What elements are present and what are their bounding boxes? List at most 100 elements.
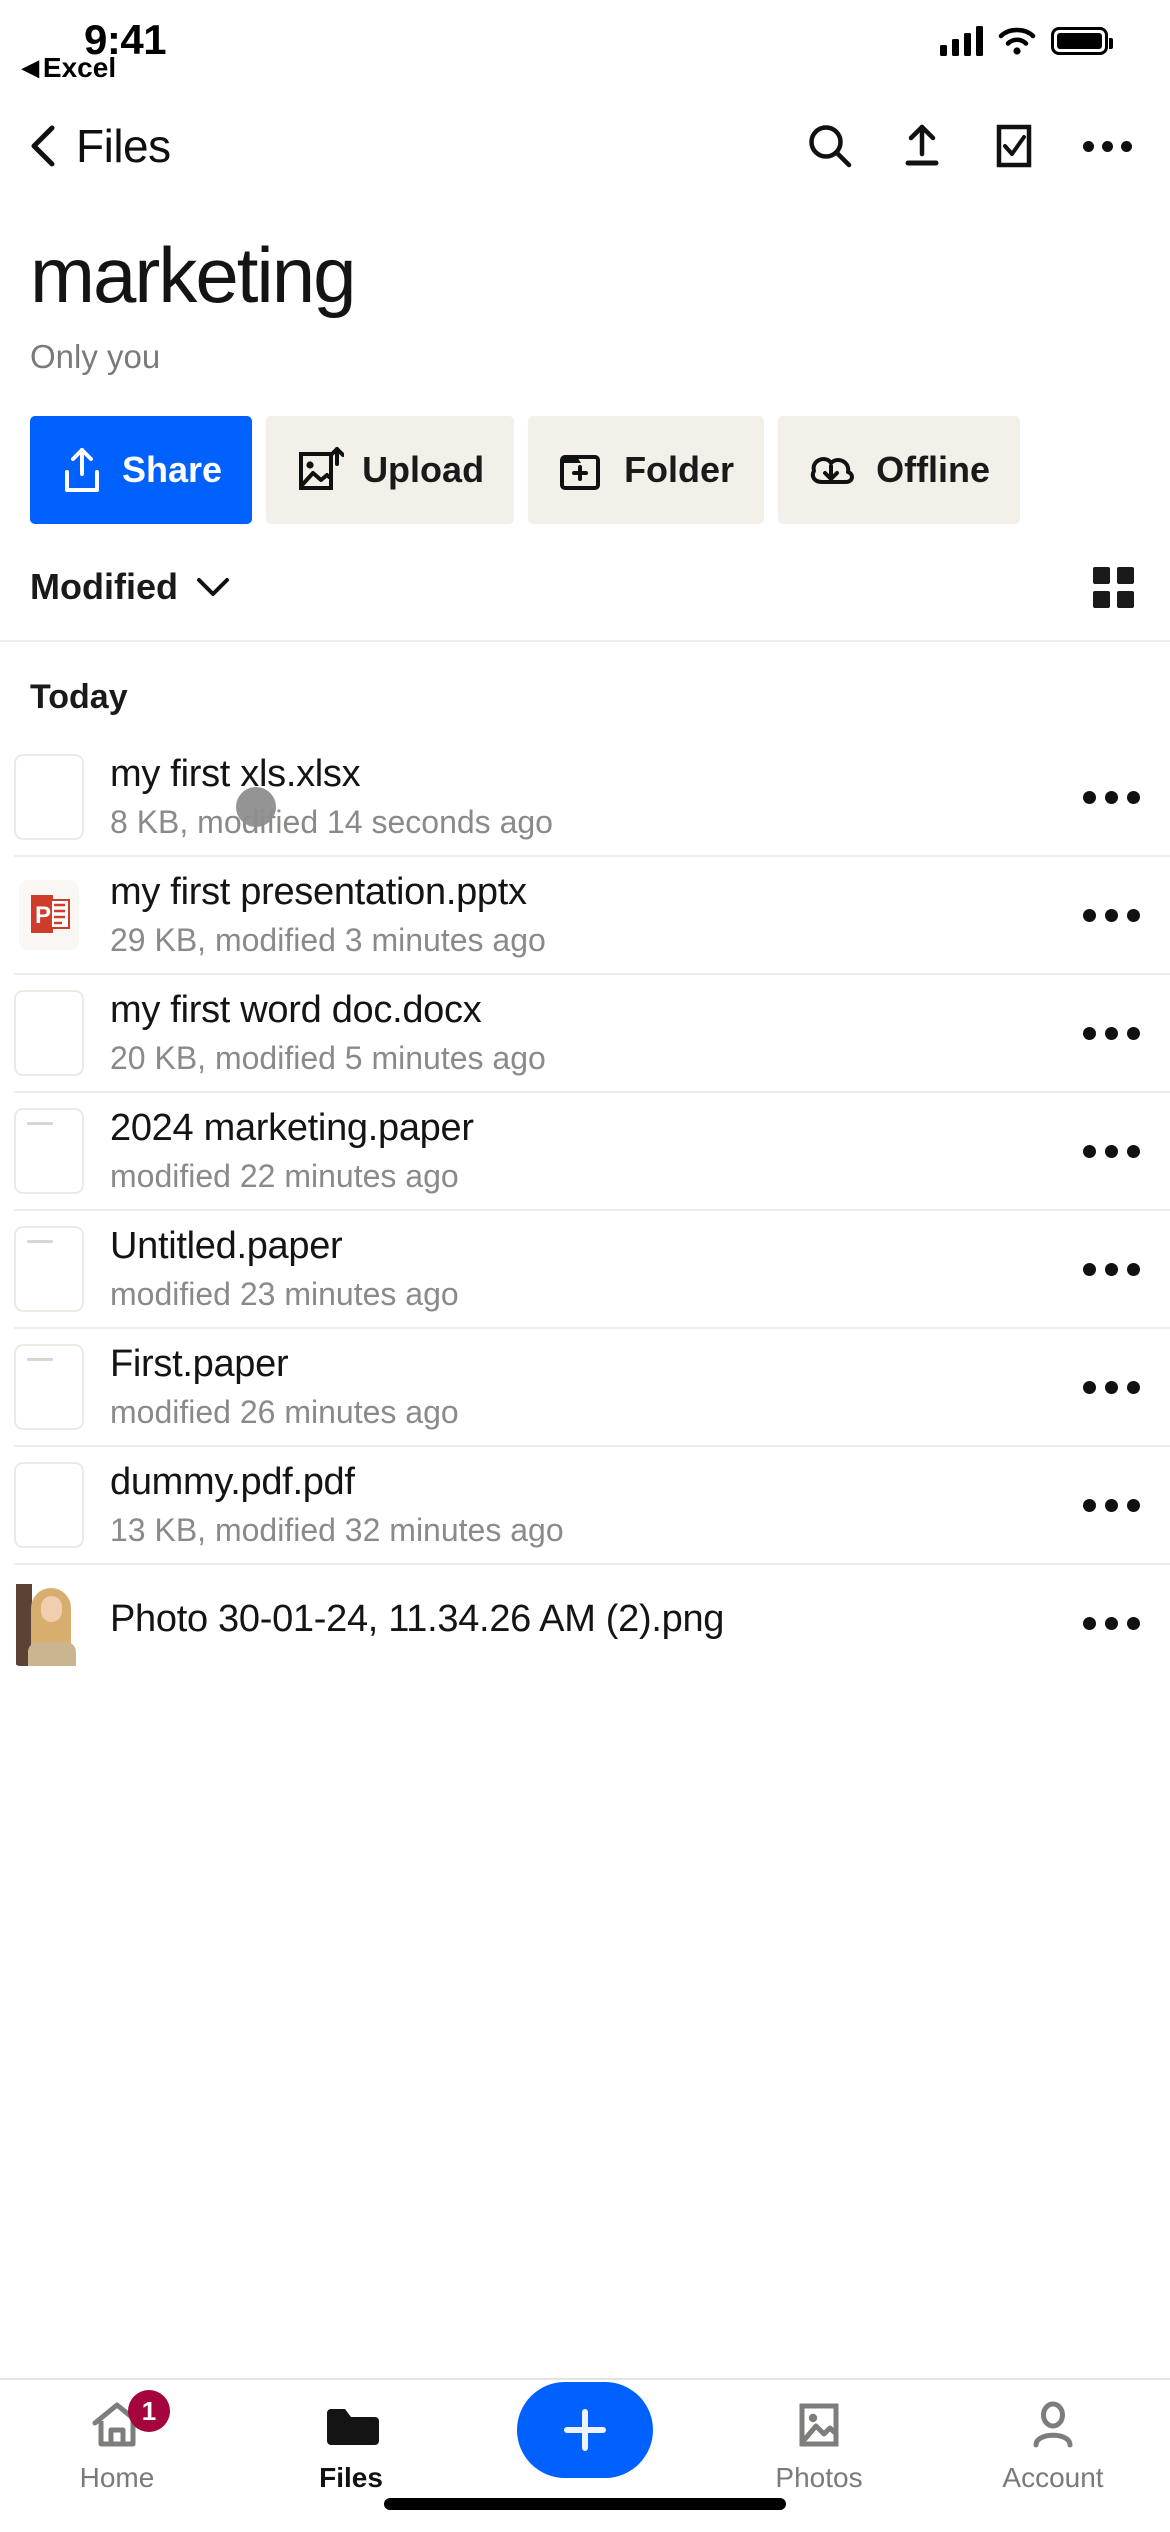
home-indicator bbox=[384, 2498, 786, 2510]
share-button[interactable]: Share bbox=[30, 416, 253, 524]
search-icon[interactable] bbox=[807, 123, 853, 169]
person-icon bbox=[1028, 2398, 1078, 2452]
list-item-text: my first xls.xlsx 8 KB, modified 14 seco… bbox=[84, 753, 1069, 841]
excel-file-icon bbox=[14, 754, 84, 840]
upload-image-icon bbox=[299, 447, 345, 490]
row-more-icon[interactable] bbox=[1069, 1498, 1140, 1512]
row-more-icon[interactable] bbox=[1069, 1262, 1140, 1276]
file-meta: modified 26 minutes ago bbox=[110, 1394, 459, 1430]
file-list: Today my first xls.xlsx 8 KB, modified 1… bbox=[0, 642, 1170, 1681]
share-button-label: Share bbox=[122, 449, 223, 490]
powerpoint-glyph: P bbox=[19, 880, 79, 950]
list-item-text: First.paper modified 26 minutes ago bbox=[84, 1343, 1069, 1431]
list-item[interactable]: Untitled.paper modified 23 minutes ago bbox=[0, 1211, 1170, 1327]
row-more-icon[interactable] bbox=[1069, 1380, 1140, 1394]
file-name: my first presentation.pptx bbox=[110, 871, 527, 913]
list-item-text: my first word doc.docx 20 KB, modified 5… bbox=[84, 989, 1069, 1077]
tab-photos[interactable]: Photos bbox=[702, 2398, 936, 2494]
tab-home[interactable]: 1 Home bbox=[0, 2390, 234, 2494]
row-more-icon[interactable] bbox=[1069, 790, 1140, 804]
photos-icon bbox=[794, 2398, 844, 2452]
folder-header: marketing Only you bbox=[0, 192, 1170, 376]
tab-files[interactable]: Files bbox=[234, 2398, 468, 2494]
file-meta: modified 22 minutes ago bbox=[110, 1158, 459, 1194]
status-bar: 9:41 ◀ Excel bbox=[0, 0, 1170, 100]
new-folder-button-label: Folder bbox=[624, 449, 735, 490]
list-item[interactable]: dummy.pdf.pdf 13 KB, modified 32 minutes… bbox=[0, 1447, 1170, 1563]
nav-actions bbox=[807, 123, 1132, 169]
more-horizontal-icon[interactable] bbox=[1083, 140, 1132, 152]
chevron-left-icon bbox=[31, 125, 55, 167]
list-item[interactable]: First.paper modified 26 minutes ago bbox=[0, 1329, 1170, 1445]
back-to-app-button[interactable]: ◀ Excel bbox=[22, 52, 116, 84]
powerpoint-file-icon: P bbox=[14, 872, 84, 958]
file-name: dummy.pdf.pdf bbox=[110, 1461, 355, 1503]
plus-icon bbox=[564, 2409, 606, 2451]
photo-thumbnail bbox=[14, 1580, 84, 1666]
list-item[interactable]: my first xls.xlsx 8 KB, modified 14 seco… bbox=[0, 739, 1170, 855]
home-icon: 1 bbox=[90, 2390, 170, 2452]
app-screen: 9:41 ◀ Excel Files marketing Only you Sh… bbox=[0, 0, 1170, 2532]
list-item-text: my first presentation.pptx 29 KB, modifi… bbox=[84, 871, 1069, 959]
select-checkbox-icon[interactable] bbox=[991, 123, 1037, 169]
paper-file-icon bbox=[14, 1108, 84, 1194]
tab-account[interactable]: Account bbox=[936, 2398, 1170, 2494]
file-meta: 13 KB, modified 32 minutes ago bbox=[110, 1512, 564, 1548]
list-item[interactable]: P my first presentation.pptx 29 KB, modi… bbox=[0, 857, 1170, 973]
row-more-icon[interactable] bbox=[1069, 1616, 1140, 1630]
tab-files-label: Files bbox=[319, 2462, 383, 2493]
wifi-icon bbox=[998, 27, 1036, 55]
file-name: my first word doc.docx bbox=[110, 989, 482, 1031]
upload-icon[interactable] bbox=[899, 123, 945, 169]
grid-view-icon[interactable] bbox=[1093, 566, 1134, 608]
upload-button-label: Upload bbox=[362, 449, 485, 490]
list-item-text: dummy.pdf.pdf 13 KB, modified 32 minutes… bbox=[84, 1461, 1069, 1549]
new-folder-icon bbox=[560, 455, 601, 490]
quick-actions: Share Upload Folder Offline bbox=[0, 376, 1170, 524]
list-item[interactable]: Photo 30-01-24, 11.34.26 AM (2).png bbox=[0, 1565, 1170, 1681]
offline-button[interactable]: Offline bbox=[778, 416, 1021, 524]
file-name: First.paper bbox=[110, 1343, 289, 1385]
sort-selector[interactable]: Modified bbox=[30, 566, 230, 608]
svg-text:P: P bbox=[35, 902, 51, 929]
row-more-icon[interactable] bbox=[1069, 1026, 1140, 1040]
list-item[interactable]: 2024 marketing.paper modified 22 minutes… bbox=[0, 1093, 1170, 1209]
tab-account-label: Account bbox=[1002, 2462, 1104, 2493]
file-meta: modified 23 minutes ago bbox=[110, 1276, 459, 1312]
bottom-tab-bar: 1 Home Files Photos Account bbox=[0, 2378, 1170, 2532]
chevron-down-icon bbox=[196, 578, 229, 596]
row-more-icon[interactable] bbox=[1069, 908, 1140, 922]
row-more-icon[interactable] bbox=[1069, 1144, 1140, 1158]
new-folder-button[interactable]: Folder bbox=[528, 416, 765, 524]
create-fab[interactable] bbox=[517, 2382, 653, 2478]
list-item-text: Untitled.paper modified 23 minutes ago bbox=[84, 1225, 1069, 1313]
folder-icon bbox=[323, 2398, 379, 2452]
sort-label: Modified bbox=[30, 566, 178, 607]
cellular-signal-icon bbox=[940, 26, 983, 56]
touch-indicator bbox=[236, 787, 276, 827]
status-indicators bbox=[940, 26, 1113, 56]
back-to-app-label: Excel bbox=[42, 52, 117, 83]
photos-glyph bbox=[799, 2403, 839, 2447]
list-item-text: 2024 marketing.paper modified 22 minutes… bbox=[84, 1107, 1069, 1195]
paper-file-icon bbox=[14, 1226, 84, 1312]
pdf-file-icon bbox=[14, 1462, 84, 1548]
battery-icon bbox=[1051, 27, 1113, 55]
upload-button[interactable]: Upload bbox=[266, 416, 515, 524]
tab-photos-label: Photos bbox=[775, 2462, 863, 2493]
home-badge: 1 bbox=[128, 2390, 170, 2432]
offline-button-label: Offline bbox=[876, 449, 991, 490]
list-item[interactable]: my first word doc.docx 20 KB, modified 5… bbox=[0, 975, 1170, 1091]
offline-cloud-icon bbox=[810, 457, 854, 484]
file-name: Photo 30-01-24, 11.34.26 AM (2).png bbox=[110, 1597, 725, 1640]
back-button-label: Files bbox=[76, 120, 171, 172]
back-arrow-icon: ◀ bbox=[22, 55, 39, 80]
back-button[interactable]: Files bbox=[28, 119, 171, 173]
paper-file-icon bbox=[14, 1344, 84, 1430]
tab-home-label: Home bbox=[79, 2462, 155, 2493]
page-title: marketing bbox=[30, 231, 356, 319]
create-button[interactable] bbox=[468, 2382, 702, 2478]
list-item-text: Photo 30-01-24, 11.34.26 AM (2).png bbox=[84, 1598, 1069, 1649]
file-name: Untitled.paper bbox=[110, 1225, 343, 1267]
sharing-status: Only you bbox=[30, 338, 161, 375]
